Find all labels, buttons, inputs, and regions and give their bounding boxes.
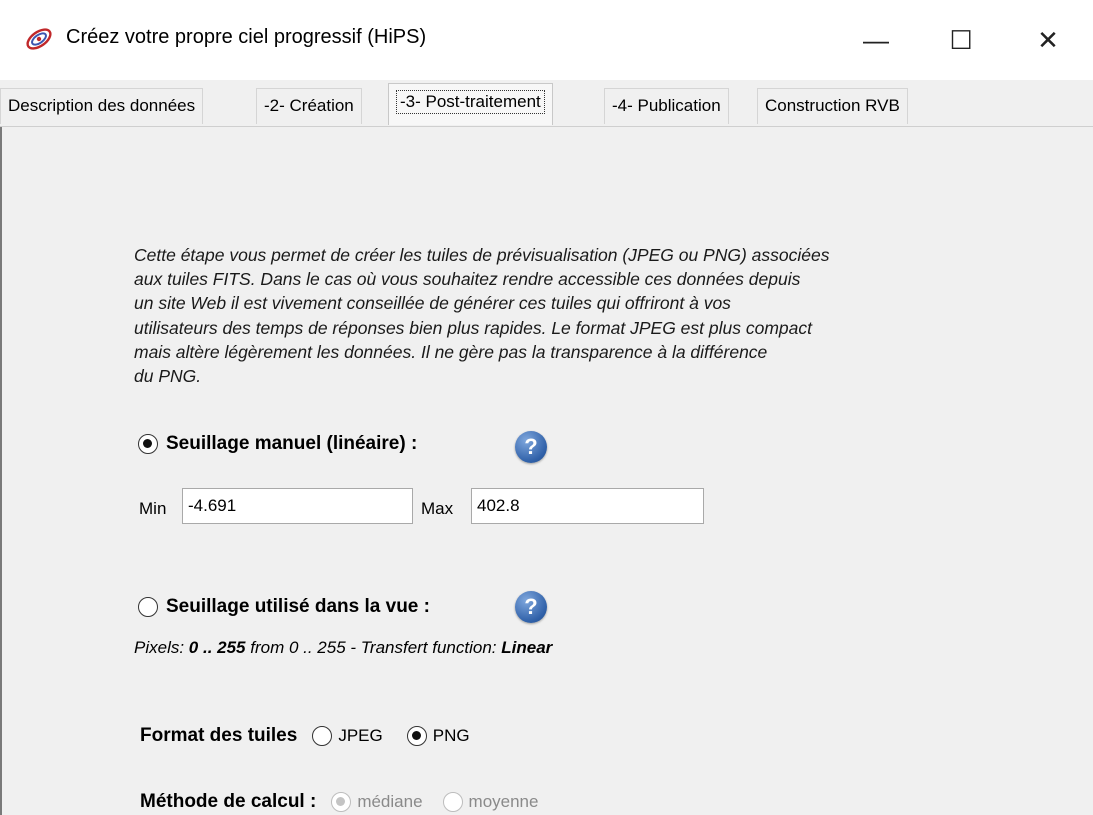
tab-bar: Description des données -2- Création -3-… [0, 80, 1093, 127]
title-bar: Créez votre propre ciel progressif (HiPS… [0, 0, 1093, 80]
mean-label: moyenne [468, 792, 539, 811]
tile-format-row: Format des tuiles JPEG PNG [140, 725, 470, 747]
description-line: Cette étape vous permet de créer les tui… [134, 245, 830, 265]
hips-galaxy-icon [26, 28, 52, 50]
method-row: Méthode de calcul : médiane moyenne [140, 791, 538, 813]
jpeg-label[interactable]: JPEG [338, 726, 382, 746]
png-label[interactable]: PNG [433, 726, 470, 746]
description-line: mais altère légèrement les données. Il n… [134, 341, 768, 362]
manual-threshold-radio[interactable] [138, 434, 158, 454]
jpeg-radio[interactable] [312, 726, 333, 746]
view-threshold-label: Seuillage utilisé dans la vue : [166, 596, 430, 617]
description-line: aux tuiles FITS. Dans le cas où vous sou… [134, 269, 801, 290]
tab-description[interactable]: Description des données [0, 88, 204, 124]
maximize-button[interactable]: ☐ [916, 0, 1006, 80]
description-line: du PNG. [134, 366, 202, 387]
question-help-icon[interactable]: ? [515, 591, 547, 623]
min-label: Min [139, 499, 167, 518]
question-help-icon[interactable]: ? [515, 431, 547, 463]
description-line: utilisateurs des temps de réponses bien … [134, 317, 812, 338]
transfer-function: Linear [501, 638, 553, 657]
view-threshold-option[interactable]: Seuillage utilisé dans la vue : [138, 596, 430, 618]
minimize-button[interactable]: — [831, 0, 921, 80]
tab-post-traitement[interactable]: -3- Post-traitement [388, 83, 553, 125]
tab-post-traitement-label: -3- Post-traitement [396, 90, 545, 114]
png-radio[interactable] [406, 726, 427, 746]
close-button[interactable]: ✕ [1003, 0, 1093, 80]
description-line: un site Web il est vivement conseillée d… [134, 293, 731, 314]
max-label: Max [421, 499, 454, 518]
view-threshold-radio[interactable] [138, 597, 158, 617]
pixels-info: Pixels: 0 .. 255 from 0 .. 255 - Transfe… [134, 638, 552, 658]
manual-threshold-label: Seuillage manuel (linéaire) : [166, 433, 418, 454]
median-label: médiane [357, 792, 423, 811]
pixels-middle: from 0 .. 255 - Transfert function: [245, 638, 502, 657]
median-radio[interactable] [331, 792, 352, 812]
tab-publication[interactable]: -4- Publication [604, 88, 729, 124]
tab-construction-rvb[interactable]: Construction RVB [757, 88, 908, 124]
window-title: Créez votre propre ciel progressif (HiPS… [66, 26, 427, 48]
tab-creation[interactable]: -2- Création [256, 88, 362, 124]
pixels-prefix: Pixels: [134, 638, 189, 657]
max-input[interactable]: 402.8 [471, 488, 704, 524]
manual-threshold-option[interactable]: Seuillage manuel (linéaire) : [138, 433, 417, 455]
mean-radio[interactable] [442, 792, 463, 812]
description-text: Cette étape vous permet de créer les tui… [134, 243, 994, 388]
pixels-range: 0 .. 255 [188, 638, 246, 657]
method-label: Méthode de calcul : [140, 791, 317, 812]
post-traitement-panel: Cette étape vous permet de créer les tui… [0, 127, 1093, 815]
tile-format-label: Format des tuiles [140, 725, 298, 746]
min-input[interactable]: -4.691 [182, 488, 413, 524]
